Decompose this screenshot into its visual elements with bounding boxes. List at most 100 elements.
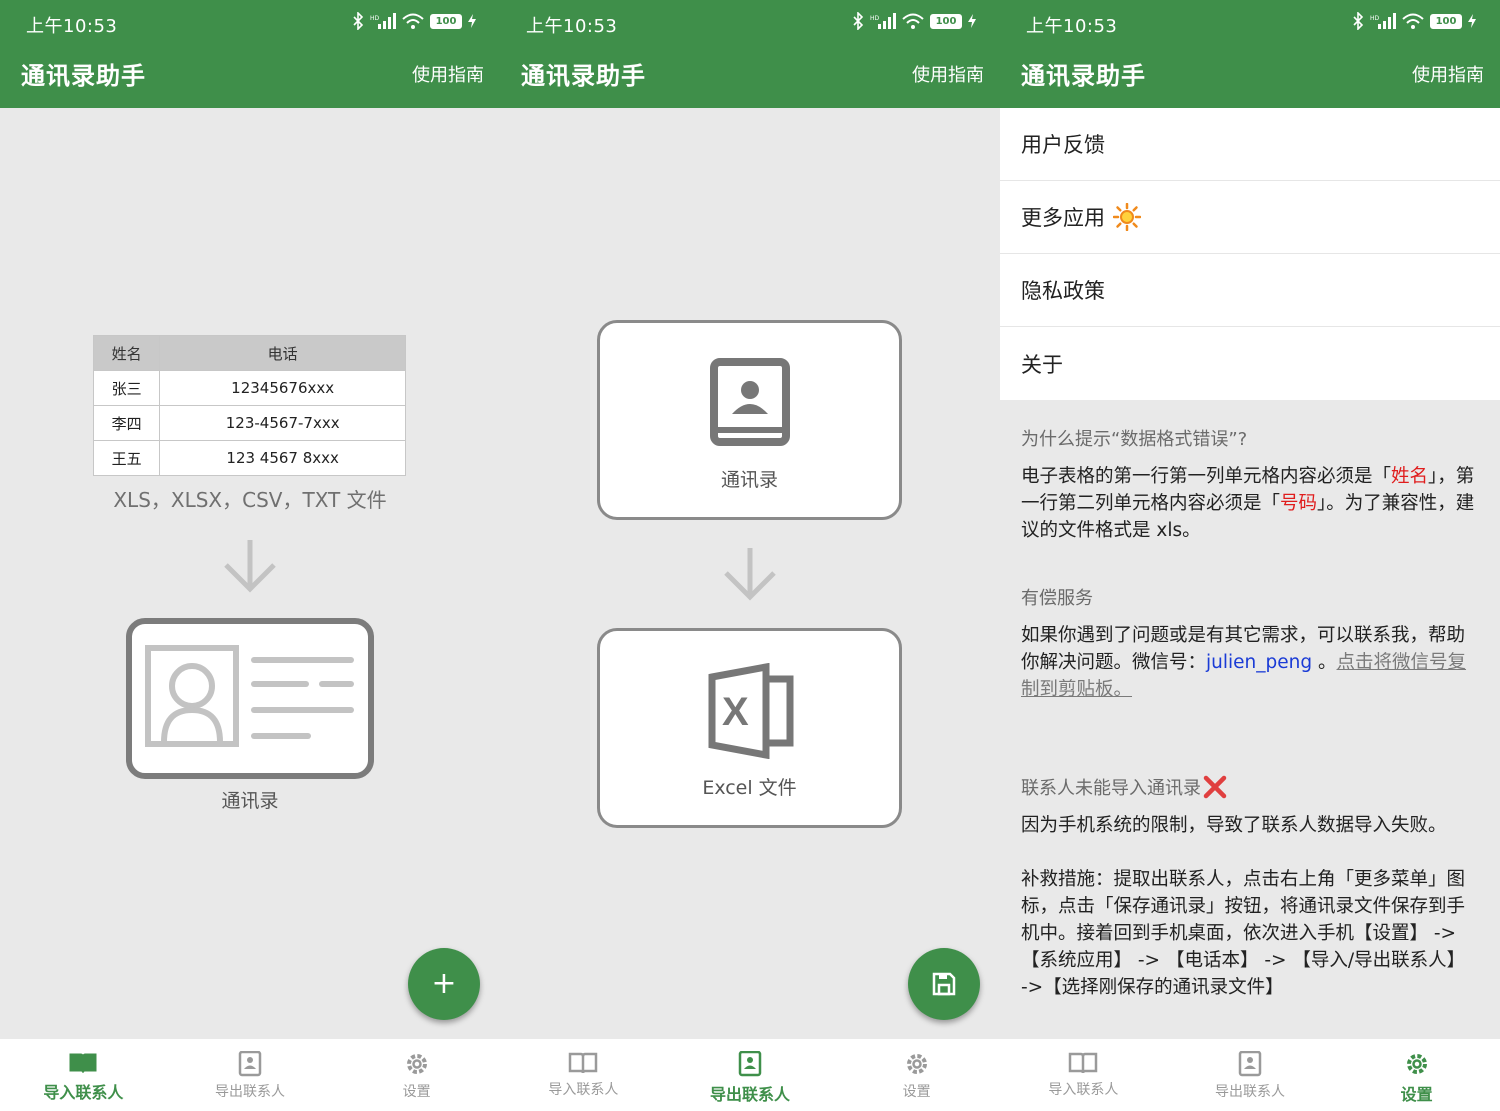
add-fab-button[interactable]: +	[408, 948, 480, 1020]
battery-icon: 100	[430, 13, 462, 29]
nav-item-settings[interactable]: 设置	[333, 1039, 500, 1111]
cross-mark-icon	[1203, 775, 1227, 799]
contact-book-icon	[710, 358, 790, 446]
guide-button[interactable]: 使用指南	[1412, 61, 1484, 87]
bluetooth-icon	[353, 12, 364, 30]
status-time: 上午10:53	[526, 16, 618, 37]
app-bar: 上午10:53 HD 100 通讯录助手 使用指南	[1000, 0, 1500, 108]
faq-format-error: 为什么提示“数据格式错误”? 电子表格的第一行第一列单元格内容必须是「姓名」，第…	[1021, 425, 1476, 544]
file-types-label: XLS，XLSX，CSV，TXT 文件	[113, 488, 387, 512]
faq-answer-remedy: 补救措施：提取出联系人，点击右上角「更多菜单」图标，点击「保存通讯录」按钮，将通…	[1021, 869, 1466, 998]
nav-item-export[interactable]: 导出联系人	[667, 1039, 834, 1111]
app-title: 通讯录助手	[521, 62, 646, 90]
svg-text:X: X	[722, 690, 749, 734]
battery-icon: 100	[1430, 13, 1462, 29]
gear-icon	[906, 1054, 927, 1074]
menu-item-about[interactable]: 关于	[1000, 327, 1500, 400]
charging-icon	[468, 14, 476, 28]
svg-text:HD: HD	[1370, 15, 1380, 22]
contacts-source-box: 通讯录	[597, 320, 902, 520]
faq-paid-service: 有偿服务 如果你遇到了问题或是有其它需求，可以联系我，帮助你解决问题。微信号：j…	[1021, 584, 1476, 703]
app-bar: 上午10:53 HD 100 通讯录助手 使用指南	[0, 0, 500, 108]
svg-text:HD: HD	[370, 15, 380, 22]
menu-item-more-apps[interactable]: 更多应用	[1000, 181, 1500, 254]
nav-label-settings: 设置	[902, 1084, 931, 1100]
nav-label-settings: 设置	[402, 1084, 431, 1100]
plus-icon: +	[431, 966, 457, 1001]
book-open-icon	[1069, 1052, 1098, 1074]
bluetooth-icon	[1353, 12, 1364, 30]
excel-box-label: Excel 文件	[702, 777, 797, 799]
table-row: 李四 123-4567-7xxx	[92, 405, 406, 441]
guide-button[interactable]: 使用指南	[912, 61, 984, 87]
nav-item-import[interactable]: 导入联系人	[0, 1039, 167, 1111]
bottom-nav: 导入联系人 导出联系人 设置	[0, 1039, 500, 1111]
nav-item-export[interactable]: 导出联系人	[1167, 1039, 1334, 1111]
screen-settings: 上午10:53 HD 100 通讯录助手 使用指南 用户反馈 更多应用 隐私政策…	[1000, 0, 1500, 1111]
contact-book-icon	[1238, 1051, 1262, 1077]
book-open-icon	[69, 1053, 97, 1074]
gear-icon	[406, 1054, 427, 1074]
signal-icon: HD	[870, 13, 896, 29]
faq-answer: 如果你遇到了问题或是有其它需求，可以联系我，帮助你解决问题。微信号：julien…	[1021, 622, 1476, 703]
menu-item-label: 关于	[1021, 352, 1063, 377]
nav-label-export: 导出联系人	[215, 1084, 285, 1100]
table-header-row: 姓名 电话	[92, 335, 406, 371]
bottom-nav: 导入联系人 导出联系人 设置	[500, 1039, 1000, 1111]
screens: 上午10:53 HD 100 通讯录助手 使用指南 姓名 电话 张三 12345…	[0, 0, 1500, 1111]
table-cell: 123-4567-7xxx	[159, 405, 406, 441]
excel-target-box: X Excel 文件	[597, 628, 902, 828]
nav-item-settings[interactable]: 设置	[1333, 1039, 1500, 1111]
signal-icon: HD	[370, 13, 396, 29]
app-title: 通讯录助手	[21, 62, 146, 90]
highlight-name: 姓名	[1391, 466, 1429, 487]
status-time: 上午10:53	[1026, 16, 1118, 37]
faq-question: 联系人未能导入通讯录	[1021, 774, 1476, 800]
faq-question: 为什么提示“数据格式错误”?	[1021, 429, 1248, 450]
status-icons: HD 100	[852, 12, 976, 30]
contacts-caption: 通讯录	[221, 790, 279, 812]
nav-label-export: 导出联系人	[1215, 1084, 1285, 1100]
nav-label-import: 导入联系人	[1048, 1082, 1119, 1098]
nav-label-import: 导入联系人	[548, 1082, 619, 1098]
nav-item-import[interactable]: 导入联系人	[1000, 1039, 1167, 1111]
status-time: 上午10:53	[26, 16, 118, 37]
contact-book-icon	[238, 1051, 262, 1077]
bottom-nav: 导入联系人 导出联系人 设置	[1000, 1039, 1500, 1111]
contact-card-icon	[126, 618, 374, 779]
guide-button[interactable]: 使用指南	[412, 61, 484, 87]
highlight-number: 号码	[1280, 493, 1318, 514]
menu-item-feedback[interactable]: 用户反馈	[1000, 108, 1500, 181]
svg-text:HD: HD	[870, 15, 880, 22]
save-icon	[932, 972, 956, 996]
answer-text: 。	[1312, 652, 1337, 673]
nav-label-export: 导出联系人	[710, 1085, 791, 1104]
save-fab-button[interactable]	[908, 948, 980, 1020]
settings-menu: 用户反馈 更多应用 隐私政策 关于	[1000, 108, 1500, 400]
nav-label-import: 导入联系人	[43, 1083, 124, 1102]
book-open-icon	[569, 1052, 598, 1074]
table-cell: 12345676xxx	[159, 370, 406, 406]
nav-item-settings[interactable]: 设置	[833, 1039, 1000, 1111]
wechat-id: julien_peng	[1206, 652, 1313, 673]
menu-item-privacy[interactable]: 隐私政策	[1000, 254, 1500, 327]
table-cell: 王五	[92, 440, 161, 476]
contact-book-icon	[738, 1051, 762, 1077]
signal-icon: HD	[1370, 13, 1396, 29]
menu-item-label: 隐私政策	[1021, 279, 1105, 303]
status-icons: HD 100	[1352, 12, 1476, 30]
table-row: 王五 123 4567 8xxx	[92, 440, 406, 476]
faq-question: 有偿服务	[1021, 588, 1093, 609]
battery-icon: 100	[930, 13, 962, 29]
nav-item-export[interactable]: 导出联系人	[167, 1039, 334, 1111]
bluetooth-icon	[853, 12, 864, 30]
menu-item-label: 用户反馈	[1021, 133, 1105, 157]
table-cell: 李四	[92, 405, 161, 441]
screen-export: 上午10:53 HD 100 通讯录助手 使用指南 通讯录 X Excel 文件…	[500, 0, 1000, 1111]
faq-answer: 电子表格的第一行第一列单元格内容必须是「姓名」，第一行第二列单元格内容必须是「号…	[1021, 463, 1476, 544]
sun-icon	[1113, 203, 1141, 231]
question-text: 联系人未能导入通讯录	[1021, 778, 1201, 799]
nav-item-import[interactable]: 导入联系人	[500, 1039, 667, 1111]
app-title: 通讯录助手	[1021, 62, 1146, 90]
table-cell: 123 4567 8xxx	[159, 440, 406, 476]
